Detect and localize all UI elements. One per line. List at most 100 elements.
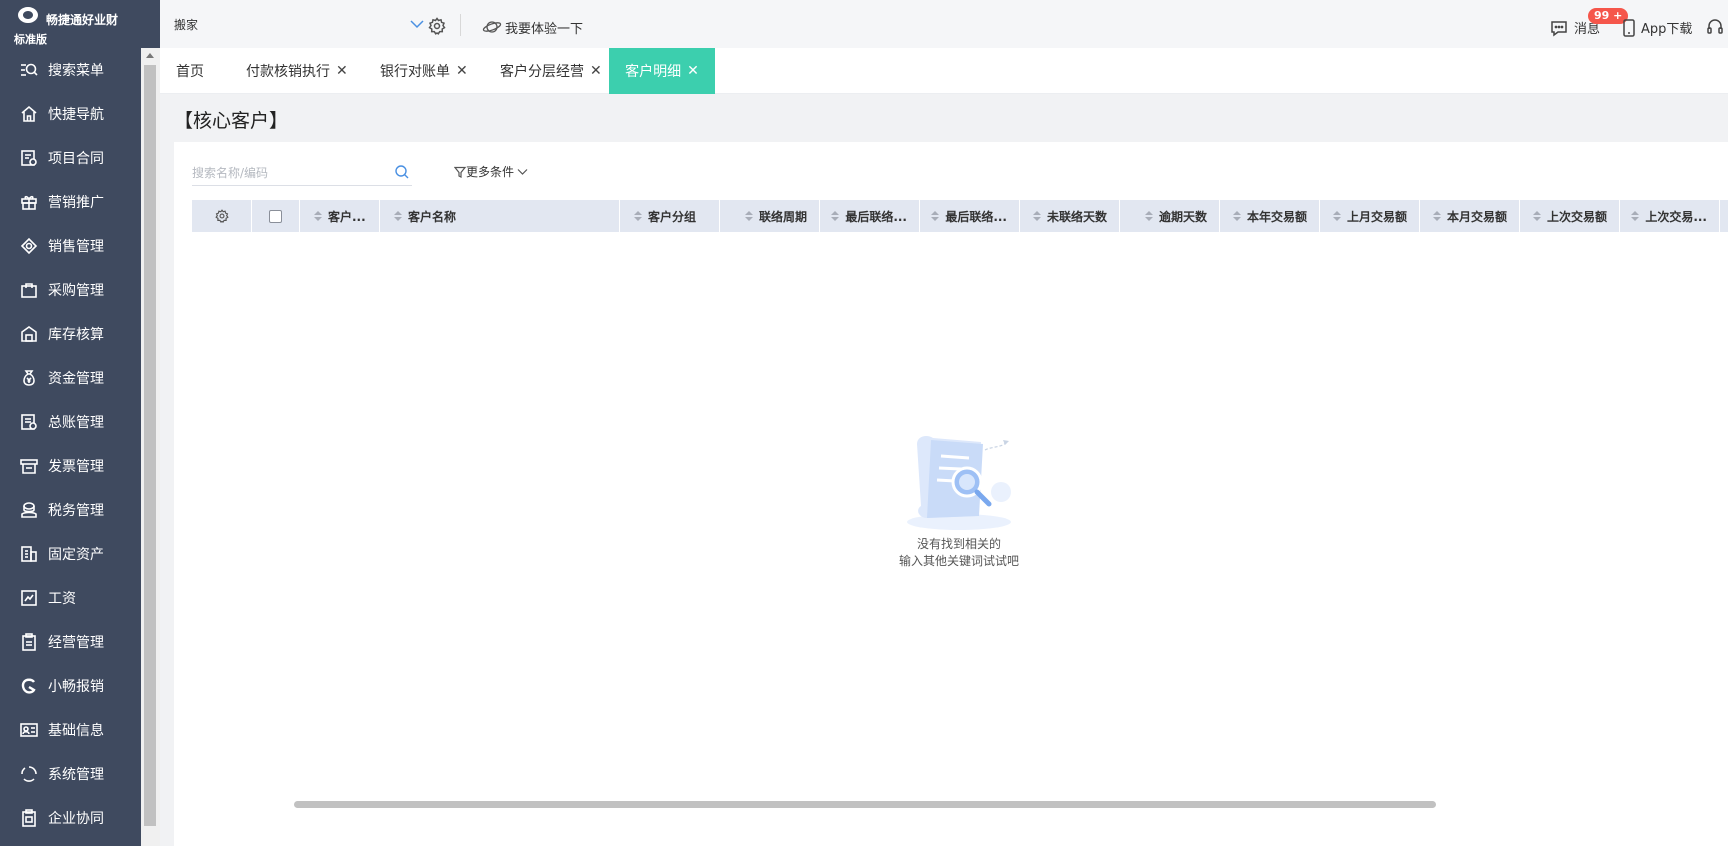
sidebar-item-search-menu[interactable]: 搜索菜单 <box>0 48 141 92</box>
column-settings-button[interactable] <box>192 200 252 232</box>
page-header: 【核心客户】 <box>174 94 1728 142</box>
column-header[interactable]: 联络周期 <box>720 200 820 232</box>
sort-icon[interactable] <box>831 211 840 221</box>
try-it-label: 我要体验一下 <box>505 21 584 37</box>
sidebar-item-label: 营销推广 <box>48 195 104 211</box>
sidebar-item-invoice[interactable]: 发票管理 <box>0 444 141 488</box>
sort-icon[interactable] <box>634 211 642 221</box>
sidebar-item-collaboration[interactable]: 企业协同 <box>0 796 141 840</box>
try-it-button[interactable]: 我要体验一下 <box>482 18 584 37</box>
more-filter-label: 更多条件 <box>466 165 515 179</box>
sort-icon[interactable] <box>1631 211 1640 221</box>
top-bar: 搬家 我要体验一下 消息 99 + App下载 <box>160 0 1728 48</box>
app-logo[interactable]: 畅捷通好业财 标准版 <box>0 0 141 48</box>
close-icon[interactable]: ✕ <box>687 63 699 79</box>
column-header-label: 最后联络... <box>945 209 1007 224</box>
sidebar-item-fixed-assets[interactable]: 固定资产 <box>0 532 141 576</box>
select-all-cell <box>252 200 300 232</box>
tab-home[interactable]: 首页 <box>176 48 204 94</box>
warehouse-icon <box>20 325 38 343</box>
horizontal-scroll-thumb[interactable] <box>294 801 1436 808</box>
sidebar-menu: 搜索菜单 快捷导航 项目合同 营销推广 销售管理 采购管理 库存核算 资金管理 <box>0 48 141 840</box>
column-header[interactable]: 最后联络... <box>820 200 920 232</box>
column-header[interactable]: 上次交易额 <box>1520 200 1620 232</box>
close-icon[interactable]: ✕ <box>336 63 348 79</box>
app-download-button[interactable]: App下载 <box>1622 18 1692 37</box>
sort-icon[interactable] <box>394 211 402 221</box>
divider <box>460 14 461 36</box>
column-header-label: 逾期天数 <box>1158 209 1207 224</box>
global-search-value: 搬家 <box>174 18 199 32</box>
sidebar-item-salary[interactable]: 工资 <box>0 576 141 620</box>
column-header[interactable]: 本年交易额 <box>1220 200 1320 232</box>
sidebar-item-ledger[interactable]: 总账管理 <box>0 400 141 444</box>
sort-icon[interactable] <box>931 211 940 221</box>
sales-icon <box>20 237 38 255</box>
sort-icon[interactable] <box>1432 211 1441 221</box>
select-all-checkbox[interactable] <box>269 209 282 223</box>
search-icon[interactable] <box>394 164 410 180</box>
table-header: 客户... 客户名称 客户分组 联络周期 最后联络... 最后联络... 未联络… <box>192 200 1728 232</box>
sort-icon[interactable] <box>1532 211 1541 221</box>
sidebar-item-sales[interactable]: 销售管理 <box>0 224 141 268</box>
message-icon <box>1551 20 1567 36</box>
column-header[interactable]: 逾期天数 <box>1120 200 1220 232</box>
sidebar-item-tax[interactable]: 税务管理 <box>0 488 141 532</box>
sidebar-item-operations[interactable]: 经营管理 <box>0 620 141 664</box>
sidebar-item-basic-info[interactable]: 基础信息 <box>0 708 141 752</box>
empty-state: 没有找到相关的 输入其他关键词试试吧 <box>874 426 1044 570</box>
tax-icon <box>20 501 38 519</box>
tab-label: 首页 <box>176 64 204 80</box>
column-header[interactable]: 客户... <box>300 200 380 232</box>
more-filter-button[interactable]: 更多条件 <box>454 163 528 180</box>
tab-label: 付款核销执行 <box>246 64 330 80</box>
sort-icon[interactable] <box>1032 211 1041 221</box>
column-header[interactable]: 上次交易... <box>1620 200 1720 232</box>
column-header[interactable]: 客户分组 <box>620 200 720 232</box>
sidebar-item-reimburse[interactable]: 小畅报销 <box>0 664 141 708</box>
sidebar-item-inventory[interactable]: 库存核算 <box>0 312 141 356</box>
column-header[interactable]: 最后联络... <box>920 200 1020 232</box>
sort-icon[interactable] <box>1332 211 1341 221</box>
column-header-label: 上次交易额 <box>1546 209 1607 224</box>
sidebar-item-label: 快捷导航 <box>48 107 104 123</box>
sidebar-scroll-thumb[interactable] <box>144 65 156 826</box>
tab-customer-detail[interactable]: 客户明细 ✕ <box>609 48 715 94</box>
ledger-icon <box>20 413 38 431</box>
sidebar-item-marketing[interactable]: 营销推广 <box>0 180 141 224</box>
sidebar-item-purchase[interactable]: 采购管理 <box>0 268 141 312</box>
phone-icon <box>1623 18 1635 37</box>
column-header[interactable]: 未联络天数 <box>1020 200 1120 232</box>
column-header[interactable]: 本月交易额 <box>1420 200 1520 232</box>
tab-payment-writeoff[interactable]: 付款核销执行 ✕ <box>246 48 348 94</box>
sidebar-item-label: 工资 <box>48 591 76 607</box>
main-content: 【核心客户】 更多条件 客户... 客户名称 <box>160 94 1728 846</box>
sidebar-item-quick-nav[interactable]: 快捷导航 <box>0 92 141 136</box>
search-input[interactable] <box>192 160 412 186</box>
sidebar-item-project-contract[interactable]: 项目合同 <box>0 136 141 180</box>
tab-bank-statement[interactable]: 银行对账单 ✕ <box>380 48 468 94</box>
gear-icon[interactable] <box>428 17 446 35</box>
global-search-select[interactable]: 搬家 <box>174 8 424 38</box>
app-download-label: App下载 <box>1641 22 1693 37</box>
sidebar-item-funds[interactable]: 资金管理 <box>0 356 141 400</box>
planet-icon <box>482 21 502 33</box>
headset-icon[interactable] <box>1706 18 1724 36</box>
scroll-up-arrow-icon[interactable] <box>146 53 154 58</box>
sort-icon[interactable] <box>314 211 322 221</box>
sort-icon[interactable] <box>1144 211 1153 221</box>
chevron-down-icon <box>517 168 528 175</box>
close-icon[interactable]: ✕ <box>456 63 468 79</box>
column-header[interactable]: 上月交易额 <box>1320 200 1420 232</box>
chevron-down-icon[interactable] <box>410 19 424 29</box>
invoice-icon <box>20 457 38 475</box>
tab-customer-tiering[interactable]: 客户分层经营 ✕ <box>500 48 602 94</box>
table-horizontal-scrollbar[interactable] <box>192 800 1728 809</box>
sidebar-scrollbar[interactable] <box>141 48 160 846</box>
close-icon[interactable]: ✕ <box>590 63 602 79</box>
sidebar-item-system[interactable]: 系统管理 <box>0 752 141 796</box>
sort-icon[interactable] <box>744 211 753 221</box>
column-header[interactable]: 客户名称 <box>380 200 620 232</box>
sort-icon[interactable] <box>1232 211 1241 221</box>
column-header-label: 本年交易额 <box>1246 209 1307 224</box>
